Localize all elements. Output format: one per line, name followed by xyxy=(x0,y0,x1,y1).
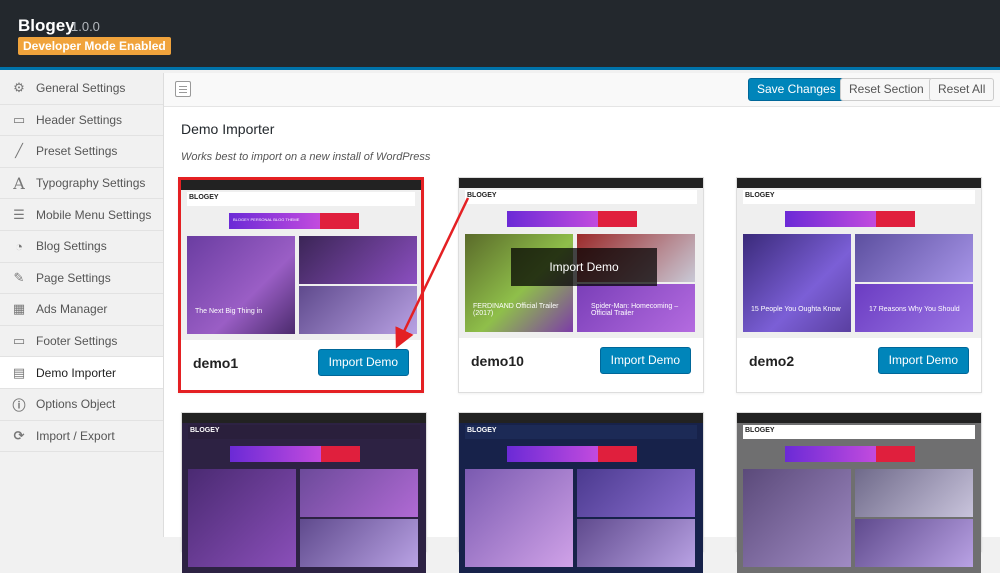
developer-mode-badge: Developer Mode Enabled xyxy=(18,37,171,55)
sidebar-item-options-object[interactable]: ⓘ Options Object xyxy=(0,389,163,421)
preview-ad-text: BLOGEY PERSONAL BLOG THEME xyxy=(233,217,300,222)
demo-preview-thumbnail[interactable]: BLOGEY xyxy=(737,413,981,573)
sidebar-item-label: Preset Settings xyxy=(36,144,118,159)
page-subtitle: Works best to import on a new install of… xyxy=(181,151,431,163)
sidebar-item-label: Ads Manager xyxy=(36,302,108,317)
main-panel: Save Changes Reset Section Reset All Dem… xyxy=(164,73,1000,573)
page-title: Demo Importer xyxy=(181,121,275,137)
preview-ad-banner xyxy=(785,446,915,462)
sidebar-item-mobile-menu-settings[interactable]: ☰ Mobile Menu Settings xyxy=(0,199,163,231)
sidebar-item-label: Typography Settings xyxy=(36,176,146,191)
demo-name: demo10 xyxy=(471,353,524,369)
import-demo-button[interactable]: Import Demo xyxy=(877,347,969,374)
app-title: Blogey xyxy=(18,16,75,35)
monitor-icon: ▭ xyxy=(12,333,26,349)
sidebar-item-import-export[interactable]: ⟳ Import / Export xyxy=(0,421,163,453)
preview-caption: FERDINAND Official Trailer (2017) xyxy=(473,303,559,317)
sidebar-item-blog-settings[interactable]: ◔ Blog Settings xyxy=(0,231,163,263)
gears-icon: ⚙ xyxy=(13,80,25,96)
demo-preview-thumbnail[interactable]: BLOGEY xyxy=(182,413,426,573)
preview-caption: Spider-Man: Homecoming – Official Traile… xyxy=(591,303,679,317)
sidebar-item-label: Header Settings xyxy=(36,112,123,127)
demo-preview-thumbnail[interactable]: BLOGEY FERDINAND Official Trailer (2017)… xyxy=(459,178,703,338)
reset-section-button[interactable]: Reset Section xyxy=(840,78,933,101)
refresh-icon: ⟳ xyxy=(13,427,25,443)
sidebar-item-header-settings[interactable]: ▭ Header Settings xyxy=(0,105,163,137)
demo-preview-thumbnail[interactable]: BLOGEY 15 People You Oughta Know 17 Reas… xyxy=(737,178,981,338)
menu-icon: ☰ xyxy=(13,206,25,222)
settings-sidebar: ⚙ General Settings ▭ Header Settings ╱ Pres… xyxy=(0,73,164,537)
monitor-icon: ▭ xyxy=(12,111,26,127)
import-demo-button[interactable]: Import Demo xyxy=(317,349,409,376)
sidebar-item-label: General Settings xyxy=(36,81,126,96)
main-toolbar: Save Changes Reset Section Reset All xyxy=(164,73,1000,107)
preview-logo: BLOGEY xyxy=(467,192,497,199)
demo-name: demo1 xyxy=(193,355,239,371)
sidebar-item-ads-manager[interactable]: ▦ Ads Manager xyxy=(0,294,163,326)
preview-ad-banner xyxy=(507,446,637,462)
demo-card-demo10: BLOGEY FERDINAND Official Trailer (2017)… xyxy=(458,177,704,393)
sidebar-item-general-settings[interactable]: ⚙ General Settings xyxy=(0,73,163,105)
import-demo-overlay[interactable]: Import Demo xyxy=(511,248,657,286)
preview-logo: BLOGEY xyxy=(189,194,219,201)
demo-card-demo1: BLOGEY BLOGEY PERSONAL BLOG THEME The Ne… xyxy=(178,177,424,393)
preview-ad-banner: BLOGEY PERSONAL BLOG THEME xyxy=(229,213,359,229)
save-changes-button[interactable]: Save Changes xyxy=(748,78,845,101)
import-demo-button[interactable]: Import Demo xyxy=(599,347,691,374)
preview-logo: BLOGEY xyxy=(190,427,220,434)
demo-card-preview: BLOGEY xyxy=(181,412,427,573)
app-version: 1.0.0 xyxy=(71,19,100,34)
preview-ad-banner xyxy=(507,211,637,227)
sidebar-item-label: Page Settings xyxy=(36,270,111,285)
demo-preview-thumbnail[interactable]: BLOGEY BLOGEY PERSONAL BLOG THEME The Ne… xyxy=(181,180,421,340)
demo-name: demo2 xyxy=(749,353,795,369)
sidebar-item-label: Mobile Menu Settings xyxy=(36,207,152,222)
sidebar-item-label: Footer Settings xyxy=(36,334,118,349)
import-icon: ▤ xyxy=(12,364,26,380)
preview-caption: 15 People You Oughta Know xyxy=(751,306,841,313)
sidebar-item-label: Demo Importer xyxy=(36,365,117,380)
preview-logo: BLOGEY xyxy=(745,192,775,199)
demo-card-preview: BLOGEY xyxy=(736,412,982,573)
demo-card-preview: BLOGEY xyxy=(458,412,704,573)
expand-sidebar-icon[interactable] xyxy=(175,81,191,97)
sidebar-item-label: Import / Export xyxy=(36,428,115,443)
qr-icon: ▦ xyxy=(12,301,26,317)
sidebar-item-preset-settings[interactable]: ╱ Preset Settings xyxy=(0,136,163,168)
preview-logo: BLOGEY xyxy=(745,427,775,434)
blog-icon: ◔ xyxy=(15,238,23,254)
demo-card-demo2: BLOGEY 15 People You Oughta Know 17 Reas… xyxy=(736,177,982,393)
info-icon: ⓘ xyxy=(12,397,26,413)
brush-icon: ╱ xyxy=(15,143,23,159)
sidebar-item-label: Blog Settings xyxy=(36,239,107,254)
sidebar-item-page-settings[interactable]: ✎ Page Settings xyxy=(0,263,163,295)
preview-caption: The Next Big Thing in xyxy=(195,308,263,315)
preview-caption: 17 Reasons Why You Should xyxy=(869,306,960,313)
demo-preview-thumbnail[interactable]: BLOGEY xyxy=(459,413,703,573)
preview-ad-banner xyxy=(230,446,360,462)
sidebar-item-footer-settings[interactable]: ▭ Footer Settings xyxy=(0,326,163,358)
sidebar-item-typography-settings[interactable]: A Typography Settings xyxy=(0,168,163,200)
sidebar-item-label: Options Object xyxy=(36,397,116,412)
preview-logo: BLOGEY xyxy=(467,427,497,434)
sidebar-item-demo-importer[interactable]: ▤ Demo Importer xyxy=(0,357,163,389)
page-icon: ✎ xyxy=(13,269,25,285)
font-icon: A xyxy=(13,173,25,193)
top-header-bar: Blogey 1.0.0 Developer Mode Enabled xyxy=(0,0,1000,70)
reset-all-button[interactable]: Reset All xyxy=(929,78,995,101)
preview-ad-banner xyxy=(785,211,915,227)
